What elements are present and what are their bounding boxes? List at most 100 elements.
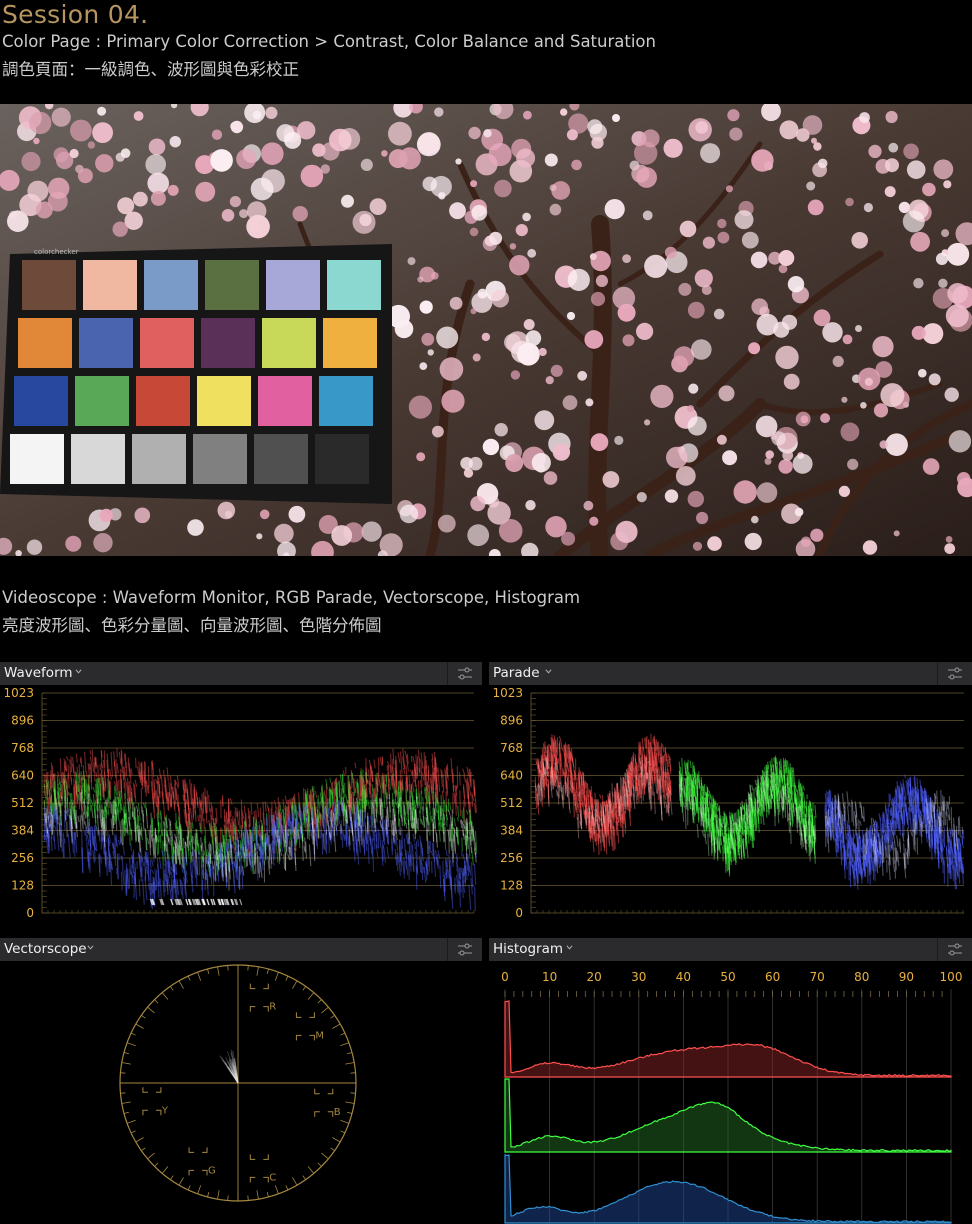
trace-stroke	[376, 772, 378, 796]
trace-stroke	[173, 864, 176, 887]
trace-stroke	[757, 799, 759, 813]
trace-stroke	[535, 758, 538, 766]
trace-stroke	[420, 840, 422, 865]
settings-sliders-icon	[458, 667, 472, 680]
waveform-titlebar: Waveform	[0, 662, 482, 685]
blossom	[778, 250, 795, 266]
blossom	[922, 182, 936, 197]
blossom	[845, 197, 854, 207]
blossom	[840, 422, 860, 442]
waveform-settings-button[interactable]	[447, 662, 482, 685]
blossom	[550, 364, 563, 377]
trace-stroke	[184, 841, 187, 862]
trace-stroke	[166, 882, 169, 896]
checker-swatch	[254, 434, 308, 484]
blossom	[481, 332, 491, 342]
trace-stroke	[443, 813, 446, 826]
trace-stroke	[204, 857, 207, 881]
trace-stroke	[383, 846, 387, 863]
trace-stroke	[237, 866, 240, 888]
trace-stroke	[298, 792, 300, 805]
trace-stroke	[85, 827, 87, 842]
session-subtitle-en: Color Page : Primary Color Correction > …	[2, 32, 656, 51]
trace-stroke	[389, 778, 391, 790]
blossom	[885, 110, 898, 124]
parade-settings-button[interactable]	[937, 662, 972, 685]
trace-stroke	[165, 792, 168, 804]
trace-stroke	[568, 798, 571, 814]
blossom	[947, 283, 968, 304]
trace-stroke	[884, 802, 887, 814]
blossom	[898, 201, 911, 214]
trace-stroke	[442, 773, 445, 793]
trace-stroke	[164, 850, 167, 866]
trace-stroke	[324, 829, 327, 852]
trace-stroke	[386, 792, 389, 800]
scale-label: 896	[500, 714, 523, 728]
trace-stroke	[751, 785, 754, 791]
trace-stroke	[447, 868, 450, 879]
scale-label: 896	[11, 714, 34, 728]
blossom	[525, 500, 536, 511]
trace-stroke	[555, 789, 558, 797]
trace-stroke	[168, 836, 171, 842]
blossom	[795, 411, 811, 427]
blossom	[750, 251, 768, 269]
trace-stroke	[53, 838, 56, 850]
trace-stroke	[212, 872, 215, 878]
blossom	[417, 132, 440, 154]
blossom	[903, 143, 919, 160]
trace-stroke	[299, 807, 302, 827]
blossom	[470, 308, 477, 315]
trace-stroke	[287, 818, 290, 826]
blossom	[87, 141, 96, 149]
trace-stroke	[777, 783, 780, 792]
blossom	[250, 177, 274, 201]
blossom	[806, 181, 816, 191]
trace-stroke	[63, 838, 66, 844]
trace-stroke	[229, 798, 233, 805]
trace-stroke	[340, 823, 342, 834]
blossom	[117, 197, 135, 215]
blossom	[888, 142, 899, 153]
parade-titlebar: Parade	[489, 662, 972, 685]
trace-stroke	[238, 810, 241, 830]
parade-title[interactable]: Parade	[493, 665, 540, 681]
checker-swatch	[140, 318, 194, 368]
videoscope-title-en: Videoscope : Waveform Monitor, RGB Parad…	[2, 588, 581, 607]
blossom	[650, 384, 674, 408]
trace-stroke	[69, 814, 71, 831]
scale-label: 1023	[3, 686, 34, 700]
blossom	[884, 186, 896, 198]
waveform-title[interactable]: Waveform	[4, 665, 73, 681]
trace-stroke	[391, 775, 393, 786]
blossom	[943, 180, 952, 189]
trace-stroke	[667, 792, 669, 799]
trace-stroke	[256, 803, 260, 818]
blossom	[910, 231, 930, 252]
trace-stroke	[461, 809, 463, 819]
trace-stroke	[288, 846, 291, 854]
chevron-down-icon[interactable]	[545, 668, 552, 675]
checker-swatch	[327, 260, 381, 310]
trace-stroke	[79, 758, 82, 764]
branch	[588, 215, 612, 556]
scale-label: 384	[500, 824, 523, 838]
trace-stroke	[210, 867, 213, 885]
trace-stroke	[193, 786, 196, 805]
blossom	[77, 168, 93, 184]
trace-stroke	[166, 767, 169, 781]
trace-stroke	[397, 752, 401, 764]
checker-swatch	[258, 376, 312, 426]
trace-stroke	[130, 767, 133, 776]
trace-stroke	[142, 802, 146, 809]
blossom	[748, 342, 761, 355]
trace-stroke	[706, 786, 709, 807]
trace-stroke	[445, 849, 448, 856]
blossom	[644, 254, 668, 278]
blossom	[449, 202, 466, 220]
chevron-down-icon[interactable]	[75, 668, 82, 675]
trace-stroke	[653, 791, 656, 815]
blossom	[320, 164, 330, 174]
blossom	[687, 416, 707, 436]
